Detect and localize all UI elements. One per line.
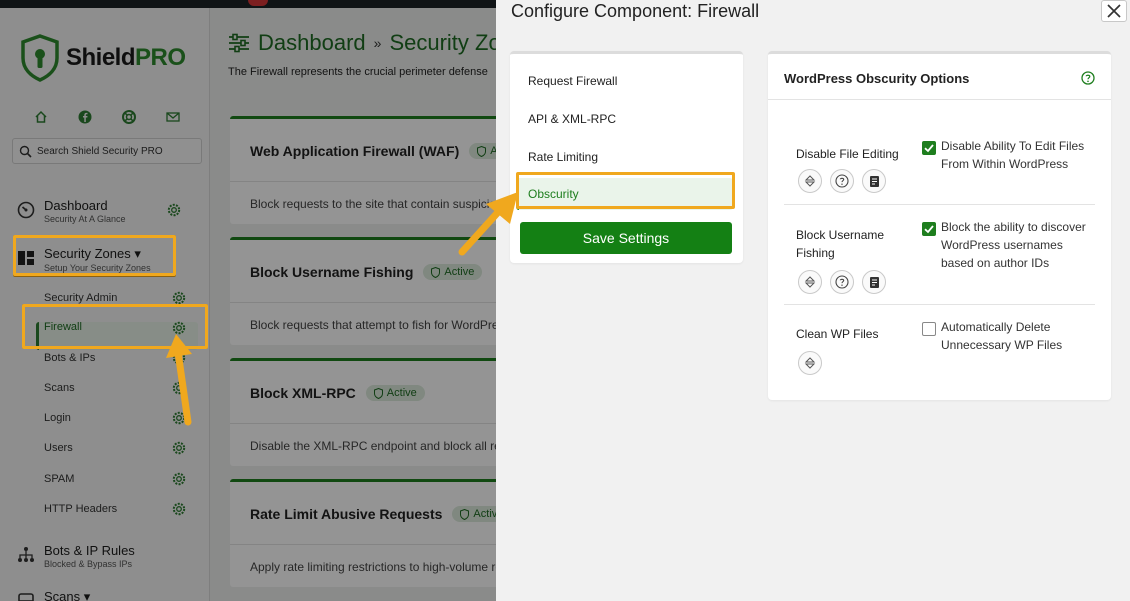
expand-collapse-icon[interactable] [798, 270, 822, 294]
option-label: Disable File Editing [796, 147, 899, 161]
option-description: Block the ability to discover WordPress … [941, 220, 1086, 270]
modal-backdrop[interactable] [0, 0, 496, 601]
options-header: WordPress Obscurity Options [768, 54, 1111, 100]
document-icon[interactable] [862, 169, 886, 193]
checkmark-icon [924, 225, 934, 234]
component-tabs: Request Firewall API & XML-RPC Rate Limi… [510, 51, 743, 263]
option-disable-file-editing: Disable File Editing Disable Ability To … [784, 134, 1095, 205]
option-checkbox[interactable] [922, 141, 936, 155]
save-settings-button[interactable]: Save Settings [520, 222, 732, 254]
document-icon[interactable] [862, 270, 886, 294]
options-title: WordPress Obscurity Options [784, 71, 970, 86]
option-description: Disable Ability To Edit Files From Withi… [941, 139, 1085, 171]
option-label: Clean WP Files [796, 327, 879, 341]
option-block-username-fishing: Block Username Fishing Block the ability… [784, 205, 1095, 305]
panel-title: Configure Component: Firewall [511, 1, 760, 21]
obscurity-tab-highlight [516, 172, 735, 209]
option-checkbox[interactable] [922, 322, 936, 336]
close-button[interactable] [1101, 0, 1127, 22]
option-clean-wp-files: Clean WP Files Automatically Delete Unne… [784, 305, 1095, 385]
help-question-icon[interactable] [830, 270, 854, 294]
option-label: Block Username Fishing [796, 228, 885, 260]
security-zones-callout [13, 235, 176, 276]
tab-api-xml-rpc[interactable]: API & XML-RPC [528, 112, 616, 126]
help-icon[interactable] [1081, 71, 1095, 85]
obscurity-callout-arrow-icon [458, 192, 518, 256]
help-question-icon[interactable] [830, 169, 854, 193]
options-card: WordPress Obscurity Options Disable File… [768, 51, 1111, 400]
tab-request-firewall[interactable]: Request Firewall [528, 74, 617, 88]
expand-collapse-icon[interactable] [798, 351, 822, 375]
checkmark-icon [924, 144, 934, 153]
close-icon [1107, 4, 1121, 18]
configure-component-panel: Configure Component: Firewall Request Fi… [496, 0, 1130, 601]
option-description: Automatically Delete Unnecessary WP File… [941, 320, 1063, 352]
option-checkbox[interactable] [922, 222, 936, 236]
expand-collapse-icon[interactable] [798, 169, 822, 193]
tab-rate-limiting[interactable]: Rate Limiting [528, 150, 598, 164]
callout-arrow-icon [166, 334, 192, 426]
